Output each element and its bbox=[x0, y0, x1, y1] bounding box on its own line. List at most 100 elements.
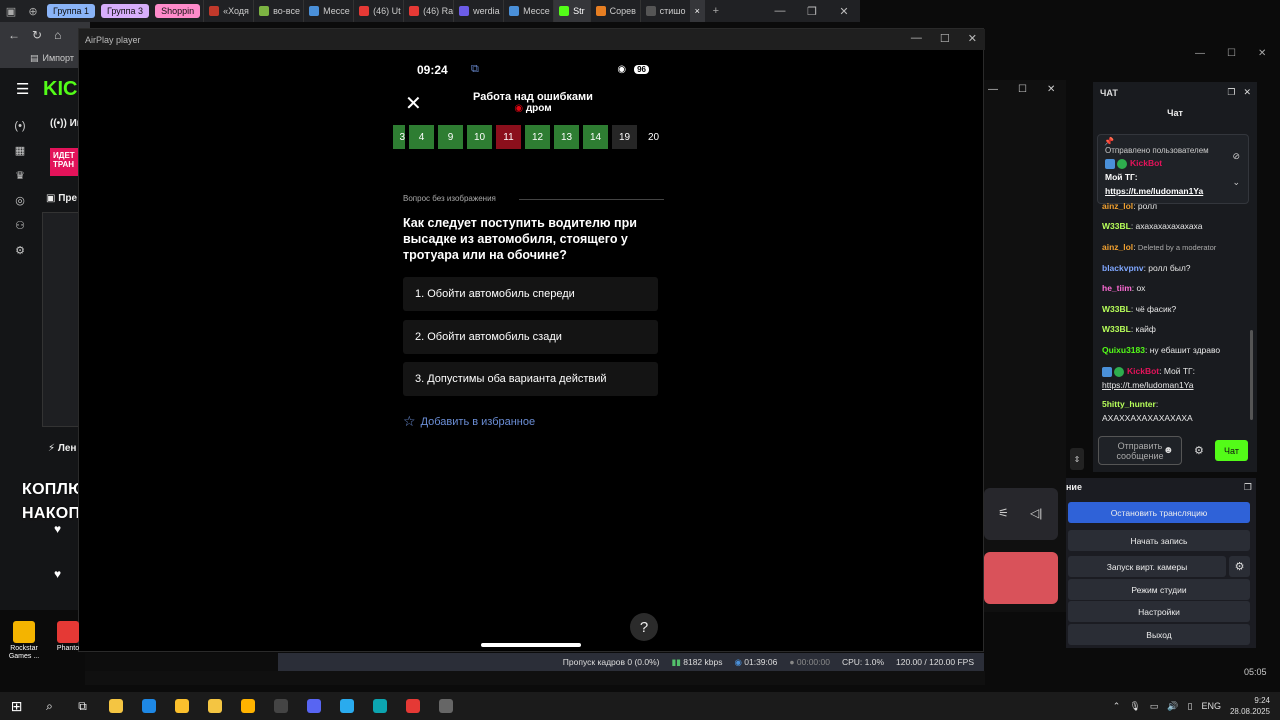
mixer-settings-icon[interactable]: ⚟ bbox=[998, 506, 1009, 520]
pinned-username[interactable]: KickBot bbox=[1130, 158, 1162, 168]
tab-close[interactable]: × bbox=[689, 0, 705, 22]
home-indicator[interactable] bbox=[481, 643, 581, 647]
taskbar-clock[interactable]: 9:24 28.08.2025 bbox=[1230, 695, 1270, 717]
browser-tab[interactable]: «Ходя bbox=[203, 0, 253, 22]
chat-username[interactable]: ainz_lol bbox=[1102, 201, 1133, 211]
chat-link[interactable]: https://t.me/ludoman1Ya bbox=[1102, 380, 1194, 390]
tab-group-3[interactable]: Группа 3 bbox=[101, 4, 150, 18]
taskbar-app-obs-icon[interactable] bbox=[264, 692, 297, 720]
question-number[interactable]: 19 bbox=[612, 125, 637, 149]
stop-stream-button[interactable]: Остановить трансляцию bbox=[1068, 502, 1250, 523]
question-number[interactable]: 3 bbox=[393, 125, 405, 149]
network-icon[interactable]: ▭ bbox=[1150, 701, 1159, 712]
question-number[interactable]: 14 bbox=[583, 125, 608, 149]
question-number[interactable]: 12 bbox=[525, 125, 550, 149]
tray-chevron-icon[interactable]: ⌃ bbox=[1113, 701, 1121, 712]
browser-menu-icon[interactable]: ▣ bbox=[0, 0, 22, 22]
start-recording-button[interactable]: Начать запись bbox=[1068, 530, 1250, 551]
pinned-link[interactable]: https://t.me/ludoman1Ya bbox=[1105, 185, 1241, 197]
taskbar-folder-icon[interactable] bbox=[198, 692, 231, 720]
heart-icon[interactable]: ♥ bbox=[54, 567, 61, 581]
task-view-icon[interactable]: ⧉ bbox=[66, 692, 99, 720]
minimize-icon[interactable]: — bbox=[988, 84, 998, 95]
new-tab-button[interactable]: + bbox=[705, 0, 727, 22]
chat-username[interactable]: he_tiim bbox=[1102, 283, 1132, 293]
kick-stream-thumbnail[interactable] bbox=[42, 212, 80, 427]
airplay-title-bar[interactable]: AirPlay player bbox=[79, 29, 985, 50]
chat-username[interactable]: W33BL bbox=[1102, 221, 1131, 231]
add-to-favorites-button[interactable]: ☆ Добавить в избранное bbox=[403, 413, 535, 430]
taskbar-app-lightning-icon[interactable] bbox=[231, 692, 264, 720]
settings-button[interactable]: Настройки bbox=[1068, 601, 1250, 622]
restore-button[interactable]: ❐ bbox=[796, 5, 828, 18]
question-number[interactable]: 13 bbox=[554, 125, 579, 149]
question-number[interactable]: 20 bbox=[641, 125, 666, 149]
taskbar-app-blue-icon[interactable] bbox=[132, 692, 165, 720]
virtual-camera-settings-icon[interactable]: ⚙ bbox=[1229, 556, 1250, 577]
tab-group-1[interactable]: Группа 1 bbox=[47, 4, 96, 18]
back-icon[interactable]: ← bbox=[8, 28, 20, 42]
desktop-icon-phantom[interactable]: Phanto bbox=[50, 621, 86, 653]
maximize-icon[interactable]: ☐ bbox=[1018, 84, 1027, 95]
trophy-icon[interactable]: ♛ bbox=[15, 169, 25, 182]
chat-username[interactable]: ainz_lol bbox=[1102, 242, 1133, 252]
battery-tray-icon[interactable]: ▯ bbox=[1187, 701, 1192, 712]
question-number[interactable]: 11 bbox=[496, 125, 521, 149]
expand-chevron-icon[interactable]: ⌄ bbox=[1232, 177, 1240, 188]
chat-settings-icon[interactable]: ⚙ bbox=[1194, 444, 1204, 457]
taskbar-app-window-icon[interactable] bbox=[429, 692, 462, 720]
browser-tab[interactable]: Str bbox=[553, 0, 590, 22]
browser-tab[interactable]: (46) Ut bbox=[353, 0, 403, 22]
airplay-minimize-button[interactable]: — bbox=[911, 32, 922, 45]
settings-icon[interactable]: ⚙ bbox=[15, 244, 25, 257]
workspaces-icon[interactable]: ⊕ bbox=[22, 0, 44, 22]
clips-icon[interactable]: ◎ bbox=[15, 194, 25, 207]
maximize-icon[interactable]: ☐ bbox=[1227, 48, 1236, 59]
close-icon[interactable]: ✕ bbox=[1047, 84, 1055, 95]
question-number[interactable]: 4 bbox=[409, 125, 434, 149]
volume-icon[interactable]: 🔊 bbox=[1167, 701, 1178, 712]
browser-tab[interactable]: во-все bbox=[253, 0, 303, 22]
taskbar-app-yellow-icon[interactable] bbox=[165, 692, 198, 720]
close-icon[interactable]: ✕ bbox=[1258, 48, 1266, 59]
browser-tab[interactable]: стишо bbox=[639, 0, 690, 22]
virtual-camera-button[interactable]: Запуск вирт. камеры bbox=[1068, 556, 1226, 577]
chat-scrollbar[interactable] bbox=[1250, 330, 1253, 420]
undock-icon[interactable]: ❐ bbox=[1244, 482, 1252, 493]
reload-icon[interactable]: ↻ bbox=[32, 28, 42, 42]
minimize-button[interactable]: — bbox=[764, 5, 796, 17]
close-window-button[interactable]: ✕ bbox=[828, 5, 860, 18]
taskbar-app-edge-icon[interactable] bbox=[363, 692, 396, 720]
minimize-icon[interactable]: — bbox=[1195, 48, 1205, 59]
taskbar-app-shield-icon[interactable] bbox=[396, 692, 429, 720]
browser-tab[interactable]: (46) Ra bbox=[403, 0, 453, 22]
tab-group-shopping[interactable]: Shoppin bbox=[155, 4, 201, 18]
home-icon[interactable]: ⌂ bbox=[54, 28, 61, 42]
browse-icon[interactable]: ▦ bbox=[15, 144, 25, 157]
chat-username[interactable]: W33BL bbox=[1102, 324, 1131, 334]
browser-tab[interactable]: werdia bbox=[453, 0, 503, 22]
following-icon[interactable]: ⚇ bbox=[15, 219, 25, 232]
answer-option-2[interactable]: 2. Обойти автомобиль сзади bbox=[403, 320, 658, 354]
language-indicator[interactable]: ENG bbox=[1201, 701, 1221, 711]
question-number[interactable]: 10 bbox=[467, 125, 492, 149]
airplay-maximize-button[interactable]: ☐ bbox=[940, 32, 950, 45]
mute-icon[interactable]: ◁| bbox=[1030, 506, 1042, 520]
chat-username[interactable]: KickBot bbox=[1127, 366, 1159, 376]
airplay-close-button[interactable]: ✕ bbox=[968, 32, 977, 45]
search-icon[interactable]: ⌕ bbox=[33, 692, 66, 720]
answer-option-3[interactable]: 3. Допустимы оба варианта действий bbox=[403, 362, 658, 396]
bookmark-import[interactable]: Импорт bbox=[43, 53, 74, 63]
unpin-icon[interactable]: ⊘ bbox=[1232, 151, 1240, 162]
taskbar-app-discord-icon[interactable] bbox=[297, 692, 330, 720]
scroll-arrows-icon[interactable]: ⇕ bbox=[1070, 448, 1084, 470]
question-number[interactable]: 9 bbox=[438, 125, 463, 149]
browser-tab[interactable]: Мессе bbox=[303, 0, 353, 22]
source-block[interactable] bbox=[984, 552, 1058, 604]
help-button[interactable]: ? bbox=[630, 613, 658, 641]
browser-tab[interactable]: Copeв bbox=[589, 0, 640, 22]
browser-tab[interactable]: Мессе bbox=[503, 0, 553, 22]
chat-username[interactable]: Quixu3183 bbox=[1102, 345, 1145, 355]
close-icon[interactable]: ✕ bbox=[1243, 87, 1251, 98]
emoji-icon[interactable]: ☻ bbox=[1163, 445, 1174, 456]
